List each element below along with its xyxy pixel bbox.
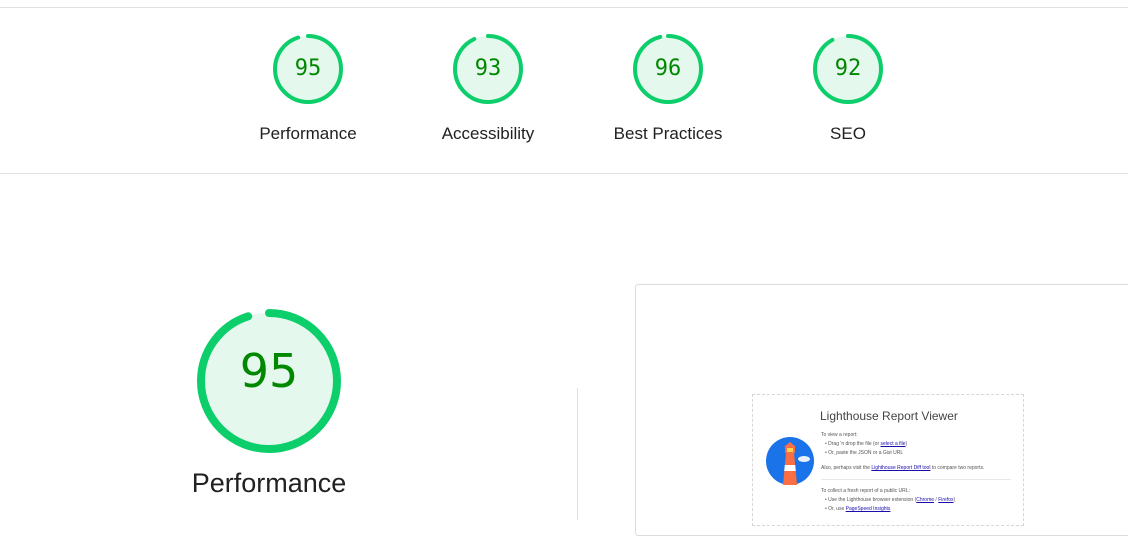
gauge-performance[interactable]: 95 Performance — [248, 32, 368, 150]
gauge-accessibility[interactable]: 93 Accessibility — [428, 32, 548, 150]
diff-tool-link[interactable]: Lighthouse Report Diff tool — [871, 465, 930, 471]
lighthouse-logo-icon — [766, 437, 814, 485]
psi-line: • Or, use PageSpeed Insights — [825, 506, 891, 512]
gauge-score: 96 — [654, 56, 682, 81]
firefox-link[interactable]: Firefox — [938, 497, 953, 503]
gauge-label: SEO — [830, 124, 866, 143]
top-divider — [0, 7, 1128, 8]
performance-main-gauge: 95 Performance — [188, 300, 350, 510]
gauge-best-practices[interactable]: 96 Best Practices — [608, 32, 728, 150]
gauge-label: Best Practices — [613, 124, 723, 143]
collect-heading: To collect a fresh report of a public UR… — [821, 488, 910, 494]
viewer-title: Lighthouse Report Viewer — [820, 409, 958, 423]
extension-line: • Use the Lighthouse browser extension (… — [825, 497, 956, 503]
performance-title: Performance — [191, 468, 347, 498]
paste-line: • Or, paste the JSON or a Gist URL — [825, 450, 904, 456]
gauge-seo[interactable]: 92 SEO — [788, 32, 908, 150]
performance-score: 95 — [239, 344, 299, 398]
chrome-link[interactable]: Chrome — [916, 497, 934, 503]
vertical-divider — [577, 388, 578, 520]
select-file-link[interactable]: select a file — [881, 441, 906, 447]
diff-tool-line: Also, perhaps visit the Lighthouse Repor… — [821, 465, 985, 471]
thumbnail-divider — [821, 479, 1011, 480]
gauge-label: Accessibility — [441, 124, 535, 143]
pagespeed-insights-link[interactable]: PageSpeed Insights — [846, 506, 891, 512]
section-divider — [0, 173, 1128, 174]
view-heading: To view a report: — [821, 432, 858, 438]
gauge-score: 93 — [474, 56, 502, 81]
drag-drop-line: • Drag 'n drop the file (or select a fil… — [825, 441, 908, 447]
gauge-score: 92 — [834, 56, 862, 81]
gauge-label: Performance — [259, 124, 357, 143]
final-screenshot-thumbnail[interactable]: Lighthouse Report Viewer To view a repor… — [752, 394, 1024, 526]
gauge-score: 95 — [294, 56, 322, 81]
